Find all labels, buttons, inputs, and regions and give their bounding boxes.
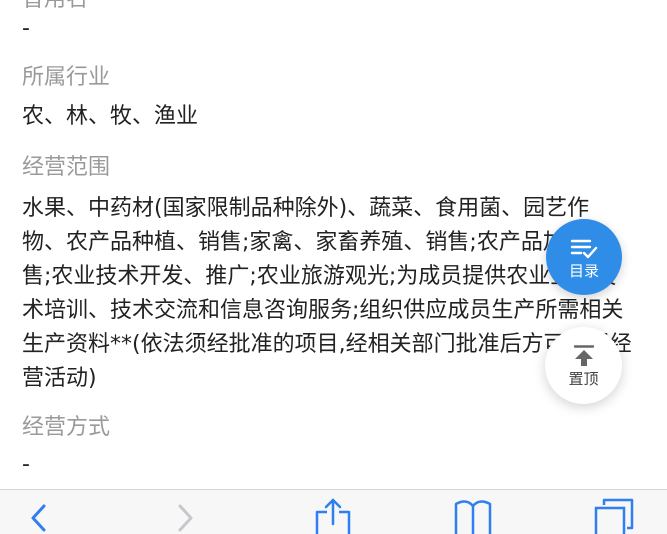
browser-toolbar (0, 489, 667, 534)
business-mode-value: - (22, 452, 30, 477)
industry-label: 所属行业 (22, 65, 111, 90)
share-icon[interactable] (313, 498, 353, 534)
previous-section-label: 曾用名 (22, 0, 88, 12)
back-to-top-button[interactable]: 置顶 (545, 327, 622, 404)
bookmarks-icon[interactable] (453, 498, 493, 534)
catalog-button[interactable]: 目录 (546, 219, 622, 295)
catalog-list-icon (570, 237, 598, 261)
tabs-icon[interactable] (594, 498, 634, 534)
back-to-top-label: 置顶 (568, 370, 599, 388)
business-scope-value: 水果、中药材(国家限制品种除外)、蔬菜、食用菌、园艺作物、农产品种植、销售;家禽… (22, 196, 632, 391)
arrow-up-to-top-icon (572, 344, 596, 368)
forward-arrow-icon[interactable] (166, 498, 206, 534)
previous-section-value: - (22, 16, 30, 41)
business-mode-label: 经营方式 (22, 415, 111, 440)
industry-value: 农、林、牧、渔业 (22, 104, 199, 129)
catalog-button-label: 目录 (568, 262, 599, 280)
back-arrow-icon[interactable] (20, 498, 60, 534)
business-scope-label: 经营范围 (22, 155, 111, 180)
